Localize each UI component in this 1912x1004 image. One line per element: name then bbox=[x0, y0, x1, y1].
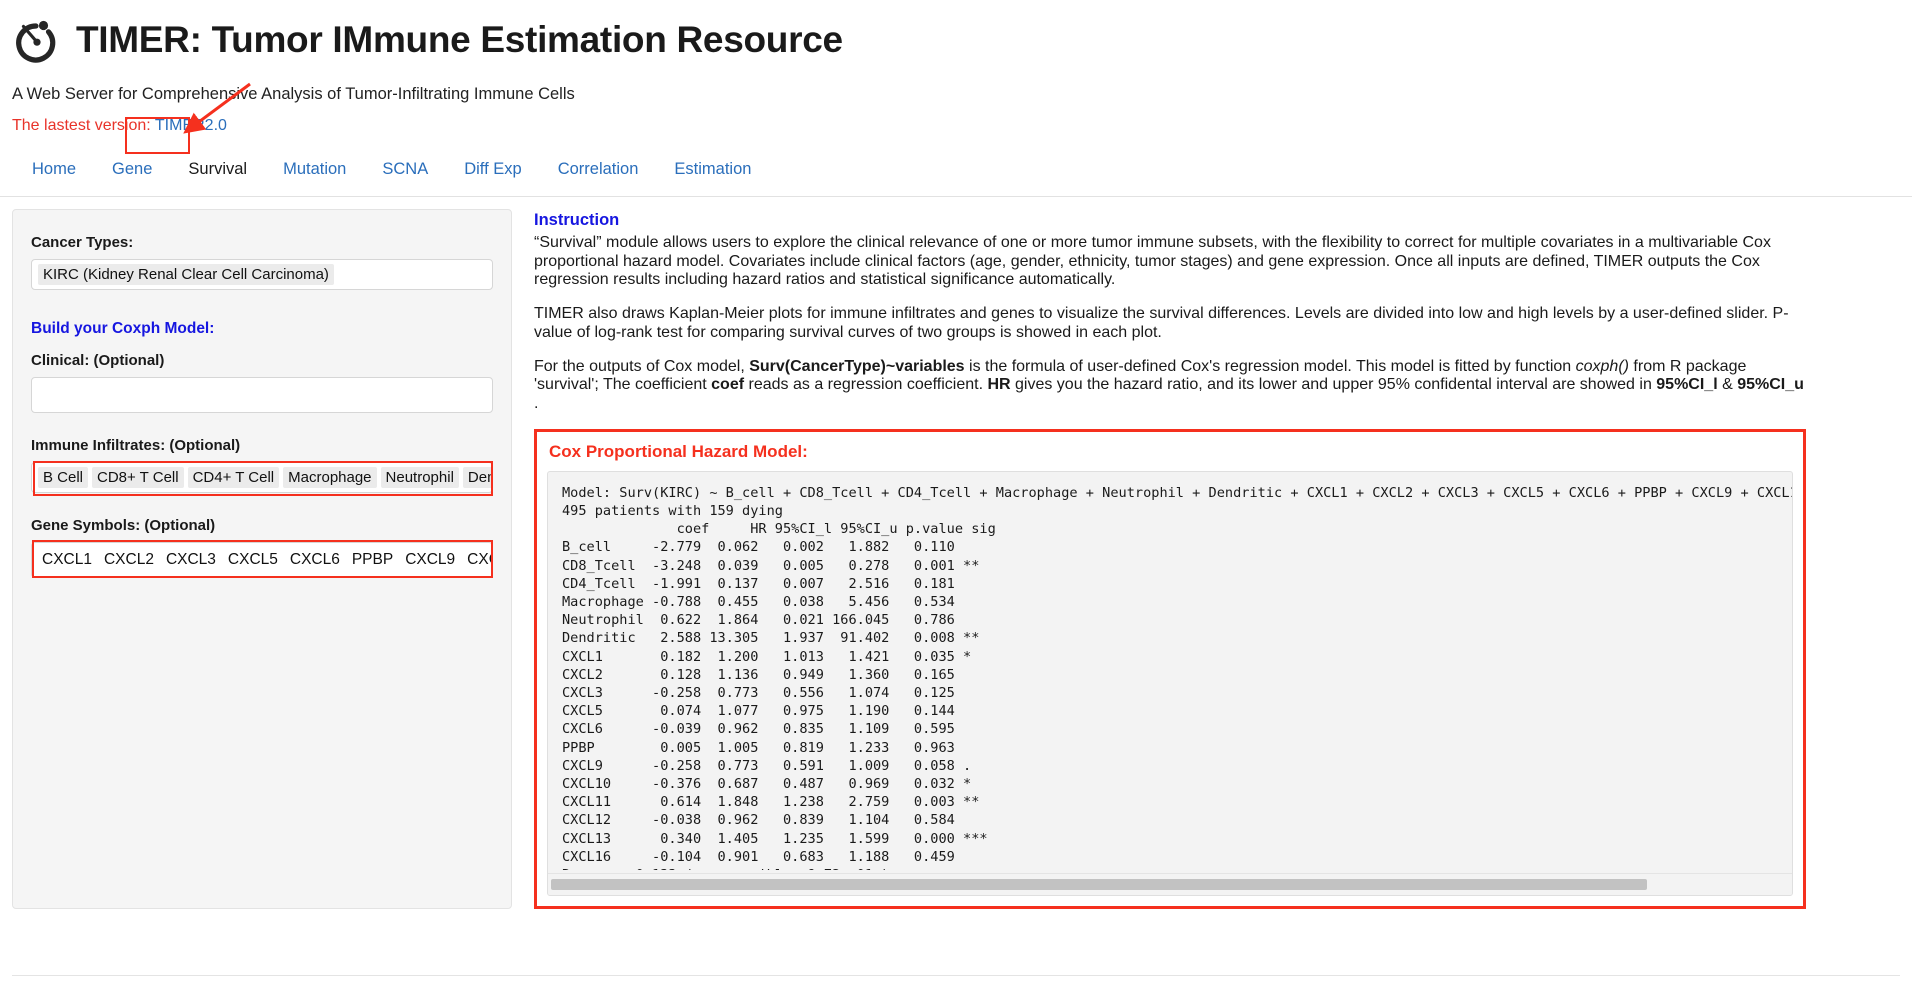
gene-token[interactable]: CXCL5 bbox=[224, 549, 282, 571]
p3-c: is the formula of user-defined Cox's reg… bbox=[964, 357, 1576, 375]
clinical-label: Clinical: (Optional) bbox=[31, 352, 165, 369]
stopwatch-icon bbox=[10, 14, 62, 66]
gene-symbols-input[interactable]: CXCL1 CXCL2 CXCL3 CXCL5 CXCL6 PPBP CXCL9… bbox=[31, 542, 493, 578]
immune-chip[interactable]: B Cell bbox=[38, 467, 89, 488]
nav-item-mutation[interactable]: Mutation bbox=[265, 157, 364, 193]
cox-model-title: Cox Proportional Hazard Model: bbox=[549, 441, 808, 461]
gene-token[interactable]: CXCL2 bbox=[100, 549, 158, 571]
horizontal-scrollbar-thumb[interactable] bbox=[551, 878, 1647, 890]
immune-chip[interactable]: Neutrophil bbox=[380, 467, 459, 488]
immune-chip[interactable]: Macrophage bbox=[283, 467, 377, 488]
p3-hr: HR bbox=[987, 376, 1011, 394]
nav-item-home[interactable]: Home bbox=[14, 157, 94, 193]
content-area: Cancer Types: KIRC (Kidney Renal Clear C… bbox=[0, 197, 1912, 909]
controls-sidebar: Cancer Types: KIRC (Kidney Renal Clear C… bbox=[12, 209, 512, 909]
immune-chip[interactable]: CD4+ T Cell bbox=[187, 467, 280, 488]
cancer-type-chip[interactable]: KIRC (Kidney Renal Clear Cell Carcinoma) bbox=[38, 264, 334, 285]
horizontal-scrollbar[interactable] bbox=[548, 872, 1792, 895]
clinical-input[interactable] bbox=[31, 377, 493, 413]
gene-token[interactable]: CXCL10 bbox=[463, 549, 492, 571]
immune-chip[interactable]: Dendritic Cell bbox=[462, 467, 492, 488]
title-row: TIMER: Tumor IMmune Estimation Resource bbox=[10, 14, 1912, 66]
build-model-heading: Build your Coxph Model: bbox=[31, 320, 215, 337]
nav-item-survival[interactable]: Survival bbox=[170, 157, 265, 193]
main-nav: Home Gene Survival Mutation SCNA Diff Ex… bbox=[0, 157, 1912, 197]
instruction-paragraph-1: “Survival” module allows users to explor… bbox=[534, 234, 1771, 289]
instruction-heading: Instruction bbox=[534, 211, 620, 229]
immune-infiltrates-input[interactable]: B Cell CD8+ T Cell CD4+ T Cell Macrophag… bbox=[31, 462, 493, 493]
p3-ci-l: 95%CI_l bbox=[1656, 376, 1718, 394]
p3-coxph: coxph() bbox=[1575, 357, 1629, 375]
immune-infiltrates-label: Immune Infiltrates: (Optional) bbox=[31, 437, 241, 454]
cancer-types-field: Cancer Types: KIRC (Kidney Renal Clear C… bbox=[31, 234, 493, 290]
immune-infiltrates-wrap: B Cell CD8+ T Cell CD4+ T Cell Macrophag… bbox=[31, 461, 493, 496]
version-prefix: The lastest version: bbox=[12, 117, 155, 134]
p3-k: & bbox=[1717, 376, 1738, 394]
clinical-field: Clinical: (Optional) bbox=[31, 352, 493, 413]
p3-ci-u: 95%CI_u bbox=[1737, 376, 1804, 394]
page-subtitle: A Web Server for Comprehensive Analysis … bbox=[12, 85, 575, 103]
nav-item-gene[interactable]: Gene bbox=[94, 157, 170, 193]
nav-item-diff-exp[interactable]: Diff Exp bbox=[446, 157, 539, 193]
cancer-types-label: Cancer Types: bbox=[31, 234, 134, 251]
version-notice: The lastest version: TIMER2.0 bbox=[12, 117, 1912, 135]
p3-formula: Surv(CancerType)~variables bbox=[749, 357, 965, 375]
nav-item-scna[interactable]: SCNA bbox=[364, 157, 446, 193]
main-panel: Instruction “Survival” module allows use… bbox=[534, 209, 1902, 909]
cancer-types-select[interactable]: KIRC (Kidney Renal Clear Cell Carcinoma) bbox=[31, 259, 493, 290]
clinical-value bbox=[38, 393, 46, 397]
cox-model-panel: Cox Proportional Hazard Model: Model: Su… bbox=[534, 428, 1806, 909]
cox-output-text: Model: Surv(KIRC) ~ B_cell + CD8_Tcell +… bbox=[562, 484, 1792, 870]
gene-token[interactable]: CXCL9 bbox=[401, 549, 459, 571]
cox-output-scroll-region[interactable]: Model: Surv(KIRC) ~ B_cell + CD8_Tcell +… bbox=[547, 470, 1793, 896]
gene-symbols-label: Gene Symbols: (Optional) bbox=[31, 517, 216, 534]
page-root: TIMER: Tumor IMmune Estimation Resource … bbox=[0, 0, 1912, 1004]
p3-g: reads as a regression coefficient. bbox=[744, 376, 988, 394]
p3-m: . bbox=[534, 395, 539, 413]
gene-token[interactable]: PPBP bbox=[348, 549, 397, 571]
instruction-paragraph-2: TIMER also draws Kaplan-Meier plots for … bbox=[534, 305, 1789, 341]
gene-symbols-field: Gene Symbols: (Optional) CXCL1 CXCL2 CXC… bbox=[31, 517, 493, 578]
gene-token[interactable]: CXCL3 bbox=[162, 549, 220, 571]
page-header: TIMER: Tumor IMmune Estimation Resource … bbox=[0, 0, 1912, 135]
page-title: TIMER: Tumor IMmune Estimation Resource bbox=[76, 18, 843, 60]
p3-i: gives you the hazard ratio, and its lowe… bbox=[1010, 376, 1657, 394]
immune-chip[interactable]: CD8+ T Cell bbox=[92, 467, 184, 488]
footer-divider bbox=[12, 975, 1900, 976]
gene-token[interactable]: CXCL1 bbox=[38, 549, 96, 571]
nav-item-estimation[interactable]: Estimation bbox=[656, 157, 769, 193]
p3-coef: coef bbox=[711, 376, 745, 394]
instruction-paragraph-3: For the outputs of Cox model, Surv(Cance… bbox=[534, 358, 1806, 414]
nav-item-correlation[interactable]: Correlation bbox=[540, 157, 657, 193]
p3-a: For the outputs of Cox model, bbox=[534, 357, 750, 375]
timer2-link[interactable]: TIMER2.0 bbox=[155, 117, 227, 134]
immune-infiltrates-field: Immune Infiltrates: (Optional) B Cell CD… bbox=[31, 437, 493, 496]
gene-token[interactable]: CXCL6 bbox=[286, 549, 344, 571]
gene-symbols-wrap: CXCL1 CXCL2 CXCL3 CXCL5 CXCL6 PPBP CXCL9… bbox=[31, 540, 493, 578]
